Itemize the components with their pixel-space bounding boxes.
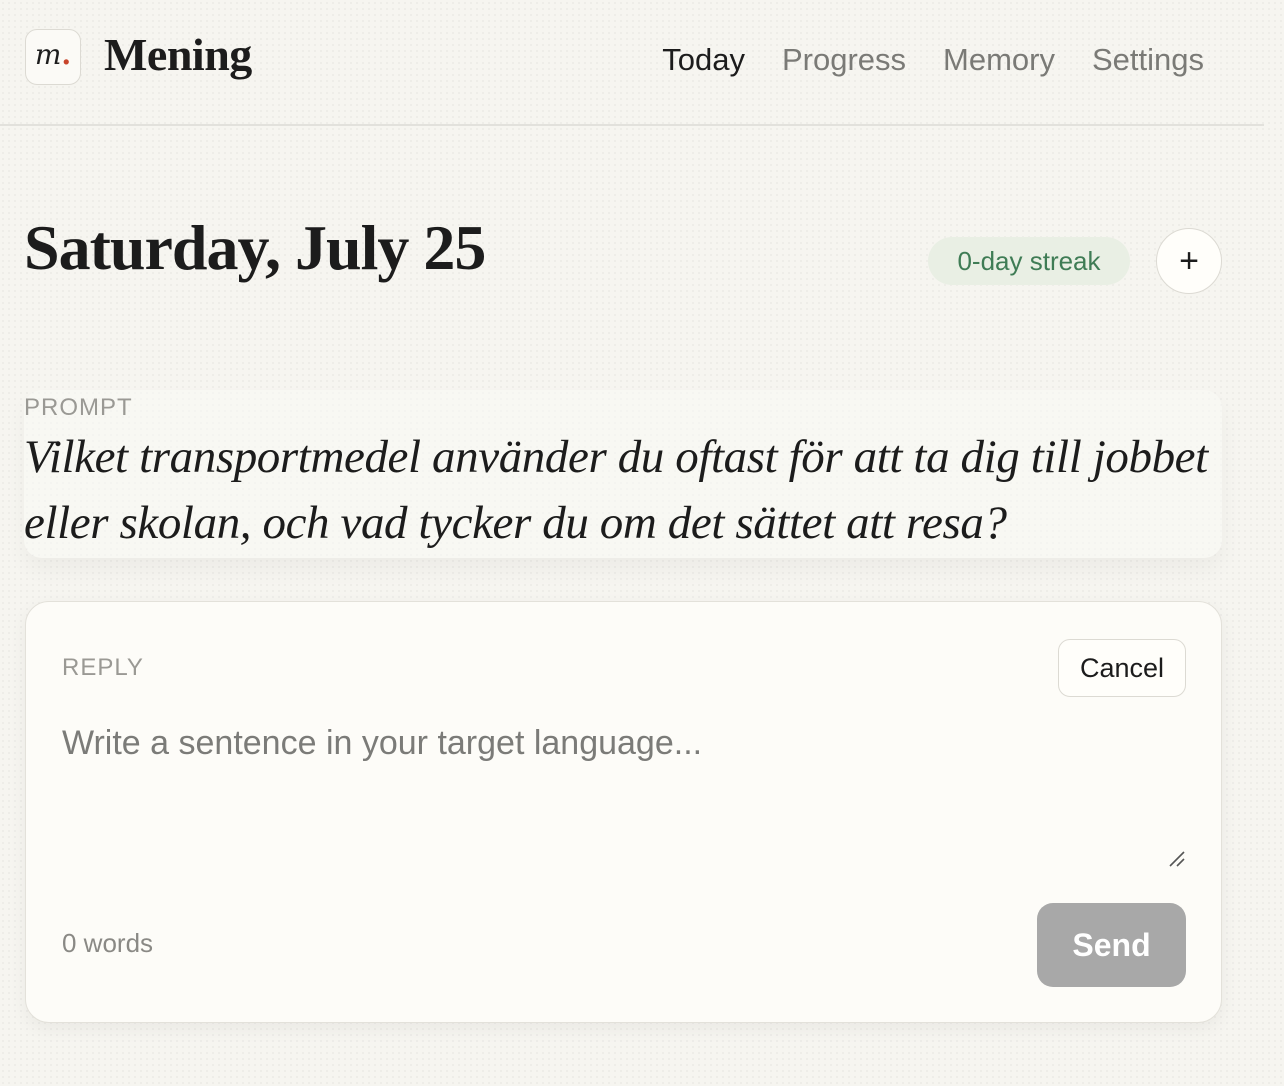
nav-today[interactable]: Today (662, 38, 745, 82)
app-logo[interactable]: m. (25, 29, 81, 85)
prompt-label: PROMPT (24, 394, 133, 421)
logo-letter: m (34, 38, 62, 71)
app-name: Mening (104, 29, 252, 80)
cancel-button[interactable]: Cancel (1058, 639, 1186, 697)
logo-dot: . (61, 38, 72, 71)
nav-memory[interactable]: Memory (943, 38, 1055, 82)
send-button[interactable]: Send (1037, 903, 1186, 987)
nav-settings[interactable]: Settings (1092, 38, 1204, 82)
add-button[interactable]: + (1156, 228, 1222, 294)
reply-textarea[interactable] (62, 720, 1190, 870)
reply-card: REPLY Cancel 0 words Send (25, 601, 1222, 1023)
prompt-card: PROMPT Vilket transportmedel använder du… (24, 390, 1222, 558)
reply-label: REPLY (62, 654, 144, 681)
streak-badge: 0-day streak (928, 237, 1130, 285)
word-count: 0 words (62, 928, 154, 958)
nav-progress[interactable]: Progress (782, 38, 906, 82)
resize-handle-icon[interactable] (1168, 850, 1186, 868)
page-title-date: Saturday, July 25 (24, 212, 486, 283)
top-navigation-bar: m. Mening Today Progress Memory Settings (0, 0, 1264, 126)
prompt-text: Vilket transportmedel använder du oftast… (24, 431, 1208, 549)
main-nav: Today Progress Memory Settings (662, 38, 1204, 82)
